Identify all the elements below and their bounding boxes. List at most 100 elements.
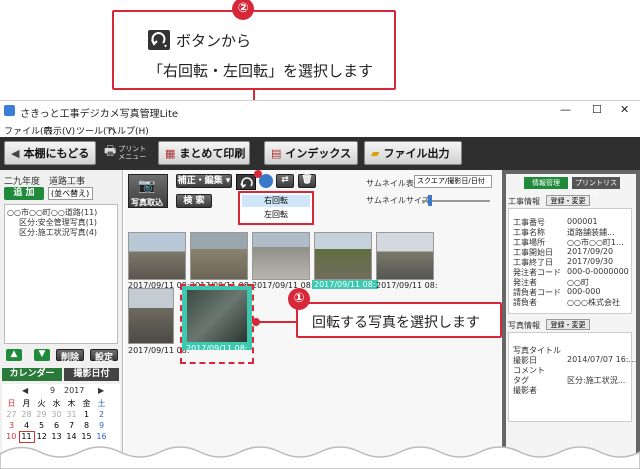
- photo-thumbnail[interactable]: [376, 232, 434, 280]
- calendar-day[interactable]: 9: [94, 420, 109, 431]
- callout2-line2: 「右回転・左回転」を選択します: [148, 62, 374, 80]
- next-month-button[interactable]: ▶: [98, 386, 104, 395]
- rotate-icon: [240, 177, 253, 189]
- thumb-size-slider-handle[interactable]: [428, 195, 432, 206]
- left-pane: 二九年度 道路工事 追 加 (並べ替え) ○○市○○町○○道路(11) 区分:安…: [0, 170, 123, 469]
- weekday-label: 日: [7, 399, 16, 408]
- tab-info-management[interactable]: 情報管理: [524, 177, 568, 189]
- print-menu-button[interactable]: 🖶 プリント メニュー: [104, 141, 150, 165]
- calendar-day[interactable]: 30: [49, 409, 64, 420]
- menu-help[interactable]: ヘルプ(H): [108, 124, 149, 137]
- photo-caption: 2017/09/11 08:: [376, 281, 438, 290]
- file-output-label: ファイル出力: [383, 147, 450, 160]
- swap-icon[interactable]: ⇄: [276, 174, 294, 188]
- tab-shoot-date[interactable]: 撮影日付: [64, 368, 119, 381]
- batch-print-button[interactable]: ▦ まとめて印刷: [158, 141, 250, 165]
- back-label: 本棚にもどる: [23, 147, 90, 160]
- calendar-day[interactable]: 3: [4, 420, 19, 431]
- selection-highlight-box: [180, 284, 254, 364]
- thumb-size-slider-track[interactable]: [422, 200, 490, 202]
- calendar-day[interactable]: 28: [19, 409, 34, 420]
- calendar-day[interactable]: 8: [79, 420, 94, 431]
- info-value: 2017/09/20: [567, 247, 614, 256]
- add-button[interactable]: 追 加: [4, 187, 44, 200]
- menu-view[interactable]: 表示(V): [44, 124, 75, 137]
- callout2-anchor-dot: [254, 170, 262, 178]
- rotate-icon: [148, 30, 170, 50]
- callout1-connector: [258, 321, 296, 323]
- tab-print-list[interactable]: プリントリスト: [572, 177, 620, 199]
- thumb-display-select[interactable]: スクエア/撮影日/日付: [414, 175, 492, 188]
- close-button[interactable]: ✕: [620, 103, 629, 116]
- calendar-day[interactable]: 31: [64, 409, 79, 420]
- delete-button[interactable]: 削除: [56, 349, 84, 363]
- tab-calendar[interactable]: カレンダー: [2, 368, 62, 381]
- calendar-day[interactable]: 1: [79, 409, 94, 420]
- rotate-dropdown-menu: 右回転 左回転: [238, 191, 314, 225]
- title-bar: さきっと工事デジカメ写真管理Lite — ☐ ✕: [0, 101, 640, 121]
- move-down-button[interactable]: ▼: [34, 349, 50, 361]
- photo-thumbnail[interactable]: [128, 232, 186, 280]
- rotate-menu-button[interactable]: [236, 174, 256, 190]
- week-row: 27 28 29 30 31 1 2: [4, 409, 109, 420]
- week-row: 3456789: [4, 420, 109, 431]
- callout2-line1: ボタンから: [176, 32, 252, 50]
- menu-rotate-right[interactable]: 右回転: [242, 195, 310, 207]
- trash-icon[interactable]: 🗑: [298, 174, 316, 188]
- file-output-button[interactable]: ▰ ファイル出力: [364, 141, 462, 165]
- calendar-day[interactable]: 29: [34, 409, 49, 420]
- info-panel: 情報管理 プリントリスト 工事情報 登録・変更 工事番号 000001 工事名称 道路…: [506, 174, 636, 469]
- photo-thumbnail[interactable]: [128, 288, 174, 344]
- settings-button[interactable]: 設定: [90, 349, 118, 363]
- move-up-button[interactable]: ▲: [6, 349, 22, 361]
- batch-print-label: まとめて印刷: [179, 147, 246, 160]
- step-1-badge: ①: [288, 288, 310, 310]
- calendar-day[interactable]: 4: [19, 420, 34, 431]
- menu-rotate-left[interactable]: 左回転: [242, 209, 310, 221]
- tree-node-construction[interactable]: 区分:施工状況写真(4): [19, 227, 97, 238]
- edit-button[interactable]: 補正・編集 ▾: [176, 174, 232, 188]
- calendar-day[interactable]: 7: [64, 420, 79, 431]
- info-value: 000-0-0000000: [567, 267, 629, 276]
- calendar-day[interactable]: 2: [94, 409, 109, 420]
- index-label: インデックス: [285, 147, 352, 160]
- step-2-badge: ②: [232, 0, 254, 20]
- sort-select[interactable]: (並べ替え): [48, 187, 93, 200]
- prev-month-button[interactable]: ◀: [22, 386, 28, 395]
- folder-icon: ▰: [371, 146, 380, 160]
- menu-bar: ファイル(F) 表示(V) ツール(T) ヘルプ(H): [0, 121, 640, 137]
- app-window: さきっと工事デジカメ写真管理Lite — ☐ ✕ ファイル(F) 表示(V) ツ…: [0, 100, 640, 469]
- weekday-label: 金: [82, 399, 91, 408]
- app-icon: [4, 105, 15, 116]
- main-toolbar: ◀ 本棚にもどる 🖶 プリント メニュー ▦ まとめて印刷 ▤ インデックス ▰…: [0, 137, 640, 170]
- photo-thumbnail[interactable]: [252, 232, 310, 280]
- callout-select-photo: ① 回転する写真を選択します: [288, 288, 502, 338]
- edit-label: 補正・編集: [177, 176, 223, 186]
- thumb-size-label: サムネイルサイズ: [366, 196, 430, 205]
- calendar-day[interactable]: 27: [4, 409, 19, 420]
- calendar-day[interactable]: 5: [34, 420, 49, 431]
- add-label: 追 加: [13, 188, 35, 198]
- callout-rotate-instruction: ② ボタンから 「右回転・左回転」を選択します: [112, 0, 396, 90]
- photo-thumbnail[interactable]: [190, 232, 248, 280]
- maximize-button[interactable]: ☐: [592, 103, 602, 116]
- weekday-label: 土: [97, 399, 106, 408]
- print-menu-label: プリント メニュー: [118, 145, 147, 161]
- import-button[interactable]: 📷 写真取込: [128, 174, 168, 208]
- tutorial-screenshot: ② ボタンから 「右回転・左回転」を選択します さきっと工事デジカメ写真管理Li…: [0, 0, 640, 469]
- edit-project-info-button[interactable]: 登録・変更: [546, 195, 590, 206]
- search-button[interactable]: 検 索: [176, 194, 212, 208]
- weekday-label: 木: [67, 399, 76, 408]
- photo-thumbnail[interactable]: [314, 232, 372, 280]
- back-arrow-icon: ◀: [11, 146, 20, 160]
- photo-info-list: 写真タイトル 撮影日 2014/07/07 16:... コメント タグ 区分:施工状況.…: [508, 332, 636, 422]
- camera-icon: 📷: [138, 178, 156, 194]
- edit-photo-info-button[interactable]: 登録・変更: [546, 319, 590, 330]
- photo-caption-selected: 2017/09/11 08:: [312, 280, 378, 289]
- calendar-month: 9: [50, 386, 56, 395]
- back-to-shelf-button[interactable]: ◀ 本棚にもどる: [4, 141, 96, 165]
- index-button[interactable]: ▤ インデックス: [264, 141, 358, 165]
- calendar-day[interactable]: 6: [49, 420, 64, 431]
- info-key: 撮影者: [513, 386, 537, 395]
- minimize-button[interactable]: —: [560, 103, 571, 116]
